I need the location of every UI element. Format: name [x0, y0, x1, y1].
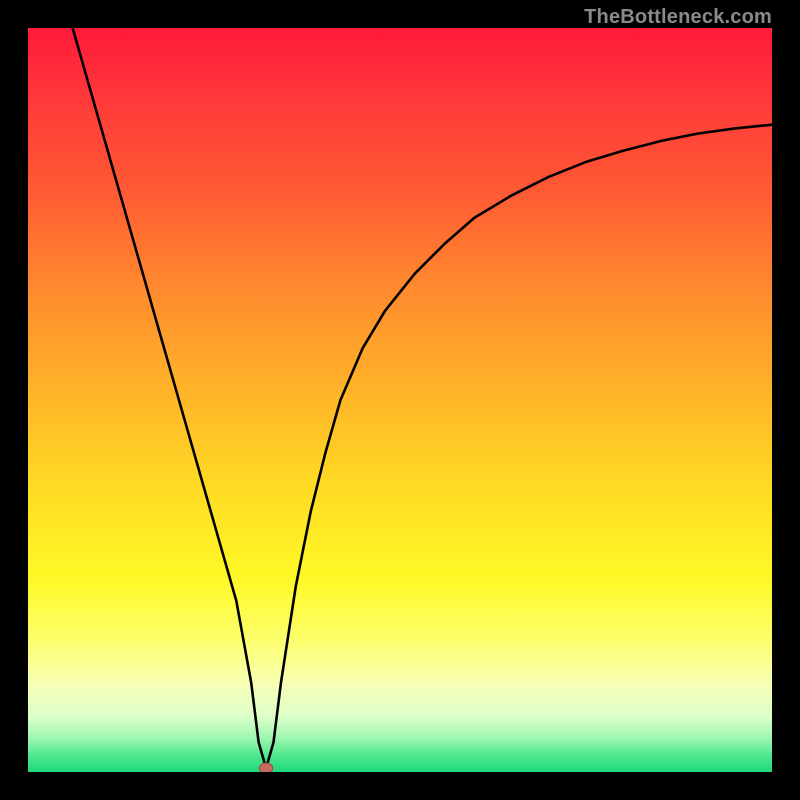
bottleneck-curve [28, 28, 772, 772]
minimum-marker [259, 763, 272, 772]
watermark-text: TheBottleneck.com [584, 6, 772, 29]
chart-frame: TheBottleneck.com [0, 0, 800, 800]
plot-area [28, 28, 772, 772]
